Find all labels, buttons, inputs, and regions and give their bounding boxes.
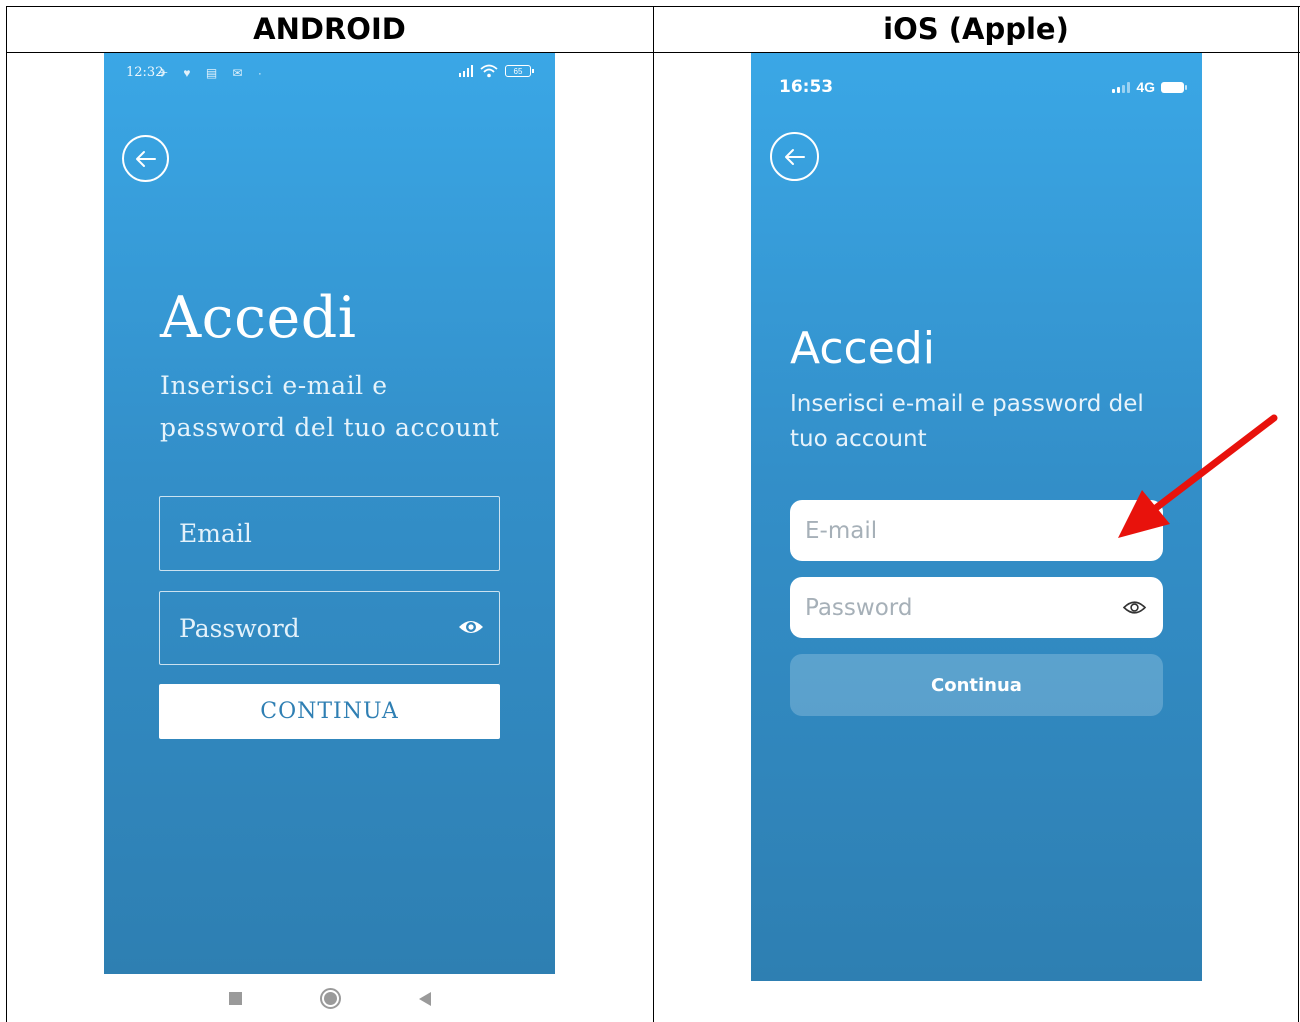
arrow-left-icon bbox=[784, 148, 805, 165]
continue-button[interactable]: CONTINUA bbox=[159, 684, 500, 739]
battery-level: 65 bbox=[513, 66, 523, 76]
page-title: Accedi bbox=[160, 285, 357, 351]
password-placeholder: Password bbox=[179, 613, 300, 643]
table-border-right bbox=[1298, 6, 1299, 1022]
back-button[interactable] bbox=[122, 135, 169, 182]
continue-button[interactable]: Continua bbox=[790, 654, 1163, 716]
page-subtitle: Inserisci e-mail e password del tuo acco… bbox=[160, 371, 500, 442]
table-border-left bbox=[6, 6, 7, 1022]
recents-icon[interactable] bbox=[228, 992, 242, 1005]
home-icon-dot bbox=[323, 992, 337, 1005]
table-border-middle bbox=[653, 6, 654, 1022]
nav-back-icon[interactable] bbox=[418, 991, 431, 1006]
password-field[interactable]: Password bbox=[159, 591, 500, 665]
signal-icon bbox=[1112, 81, 1131, 93]
network-label: 4G bbox=[1136, 79, 1155, 95]
email-placeholder: E-mail bbox=[805, 517, 878, 544]
eye-icon[interactable] bbox=[1122, 598, 1147, 617]
android-login-screen: 12:32 ✈ ♥ ▤ ✉ · 65 Accedi Inserisci e-ma… bbox=[104, 53, 555, 974]
arrow-left-icon bbox=[135, 150, 156, 167]
red-arrow-icon bbox=[1118, 414, 1278, 538]
page-title: Accedi bbox=[790, 323, 935, 374]
battery-icon bbox=[1161, 81, 1187, 93]
android-notification-icons: ✈ ♥ ▤ ✉ · bbox=[158, 66, 268, 80]
email-field[interactable]: Email bbox=[159, 496, 500, 571]
android-status-right: 65 bbox=[459, 64, 534, 78]
ios-status-time: 16:53 bbox=[779, 77, 834, 97]
wifi-icon bbox=[480, 64, 498, 78]
battery-icon: 65 bbox=[505, 65, 534, 77]
ios-header: iOS (Apple) bbox=[883, 12, 1069, 46]
email-placeholder: Email bbox=[179, 519, 252, 548]
android-nav-bar bbox=[104, 975, 555, 1022]
android-header: ANDROID bbox=[253, 12, 406, 46]
signal-icon bbox=[459, 65, 473, 77]
eye-icon[interactable] bbox=[457, 616, 485, 638]
ios-status-right: 4G bbox=[1112, 79, 1187, 95]
password-placeholder: Password bbox=[805, 594, 913, 621]
back-button[interactable] bbox=[770, 132, 819, 181]
password-field[interactable]: Password bbox=[790, 577, 1163, 638]
home-icon[interactable] bbox=[319, 988, 341, 1009]
